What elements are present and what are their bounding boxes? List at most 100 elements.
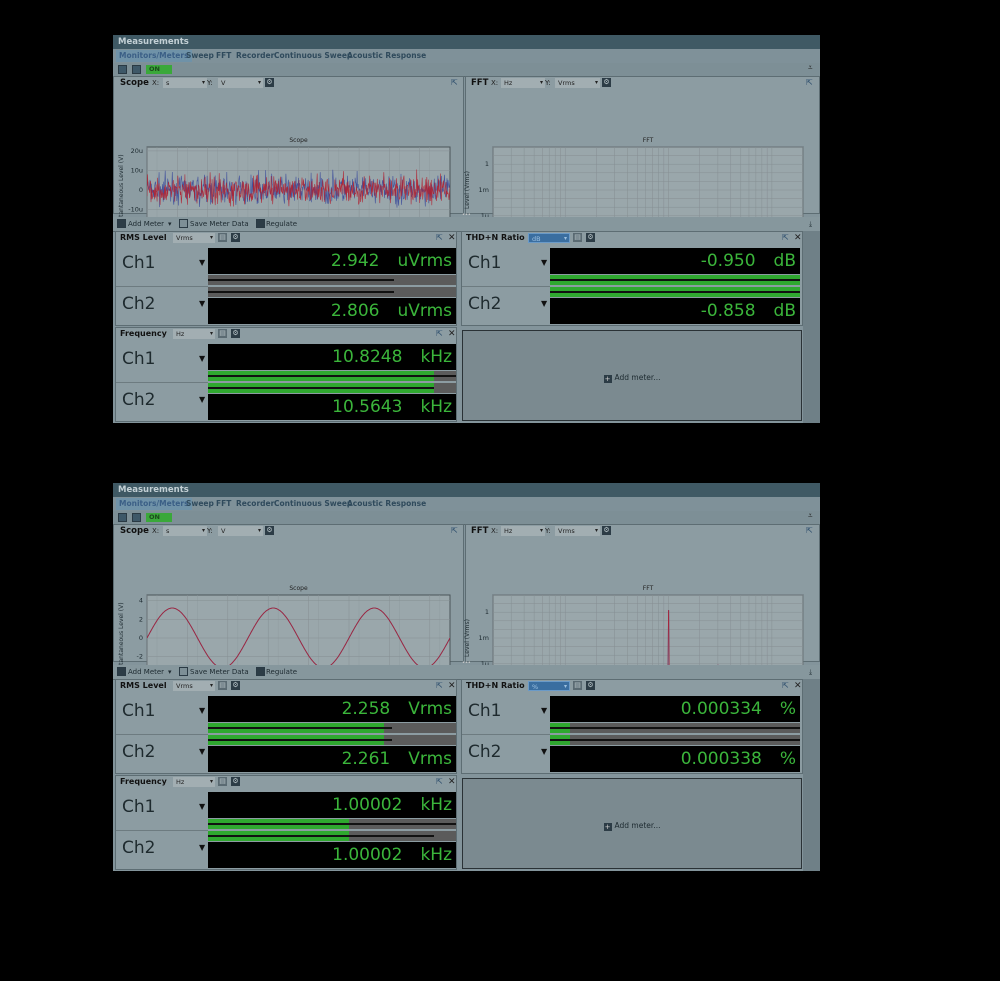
display-options-icon[interactable]: ▤ bbox=[218, 329, 227, 338]
gear-icon[interactable]: ⚙ bbox=[231, 233, 240, 242]
popout-icon[interactable]: ⇱ bbox=[436, 680, 443, 692]
channel-dropdown-icon[interactable]: ▼ bbox=[199, 747, 205, 756]
x-unit-select[interactable]: Hz ▾ bbox=[501, 78, 545, 88]
close-icon[interactable]: ✕ bbox=[448, 680, 456, 692]
save-layout-icon[interactable] bbox=[118, 513, 127, 522]
gear-icon[interactable]: ⚙ bbox=[602, 526, 611, 535]
close-icon[interactable]: ✕ bbox=[448, 776, 456, 788]
close-icon[interactable]: ✕ bbox=[794, 680, 802, 692]
close-icon[interactable]: ✕ bbox=[448, 232, 456, 244]
unit-select[interactable]: Vrms ▾ bbox=[173, 681, 215, 691]
gear-icon[interactable]: ⚙ bbox=[231, 681, 240, 690]
channel-dropdown-icon[interactable]: ▼ bbox=[541, 299, 547, 308]
unit-select[interactable]: Vrms ▾ bbox=[173, 233, 215, 243]
x-unit-select[interactable]: Hz ▾ bbox=[501, 526, 545, 536]
scale-icon[interactable] bbox=[132, 513, 141, 522]
add-meter-area[interactable]: + Add meter... bbox=[462, 778, 802, 869]
on-toggle[interactable]: ON bbox=[146, 513, 172, 522]
tab-continuous-sweep[interactable]: Continuous Sweep bbox=[271, 498, 355, 510]
popout-icon[interactable]: ⇱ bbox=[782, 680, 789, 692]
y-unit-select[interactable]: Vrms ▾ bbox=[555, 526, 600, 536]
channel-dropdown-icon[interactable]: ▼ bbox=[199, 843, 205, 852]
scrollbar[interactable] bbox=[803, 231, 820, 423]
scrollbar[interactable] bbox=[803, 679, 820, 871]
tab-sweep[interactable]: Sweep bbox=[183, 498, 217, 510]
chevron-down-icon[interactable]: ▾ bbox=[168, 665, 172, 679]
y-tick-label: 1 bbox=[485, 160, 489, 168]
gear-icon[interactable]: ⚙ bbox=[586, 233, 595, 242]
channel-dropdown-icon[interactable]: ▼ bbox=[199, 299, 205, 308]
chevron-down-icon[interactable]: ▾ bbox=[168, 217, 172, 231]
save-icon[interactable] bbox=[179, 219, 188, 228]
channel-unit: dB bbox=[773, 251, 796, 271]
scale-icon[interactable] bbox=[132, 65, 141, 74]
gear-icon[interactable]: ⚙ bbox=[265, 526, 274, 535]
unit-select[interactable]: Hz ▾ bbox=[173, 329, 215, 339]
add-meter-button[interactable]: Add Meter bbox=[128, 217, 164, 231]
pin-icon[interactable]: ⤓ bbox=[809, 665, 812, 679]
x-unit-select[interactable]: s ▾ bbox=[163, 526, 207, 536]
add-icon[interactable] bbox=[117, 219, 126, 228]
channel-dropdown-icon[interactable]: ▼ bbox=[199, 802, 205, 811]
gear-icon[interactable]: ⚙ bbox=[231, 329, 240, 338]
popout-icon[interactable]: ⇱ bbox=[436, 232, 443, 244]
collapse-icon[interactable]: ⩡ bbox=[808, 511, 813, 521]
regulate-button[interactable]: Regulate bbox=[266, 217, 297, 231]
popout-icon[interactable]: ⇱ bbox=[806, 525, 813, 537]
add-meter-area[interactable]: + Add meter... bbox=[462, 330, 802, 421]
y-unit-select[interactable]: V ▾ bbox=[218, 526, 263, 536]
channel-dropdown-icon[interactable]: ▼ bbox=[199, 706, 205, 715]
display-options-icon[interactable]: ▤ bbox=[573, 233, 582, 242]
channel-dropdown-icon[interactable]: ▼ bbox=[199, 354, 205, 363]
unit-select[interactable]: % ▾ bbox=[528, 681, 570, 691]
popout-icon[interactable]: ⇱ bbox=[451, 77, 458, 89]
display-options-icon[interactable]: ▤ bbox=[218, 233, 227, 242]
gear-icon[interactable]: ⚙ bbox=[265, 78, 274, 87]
tab-monitors-meters[interactable]: Monitors/Meters bbox=[116, 498, 192, 510]
save-meter-data-button[interactable]: Save Meter Data bbox=[190, 217, 249, 231]
add-meter-link[interactable]: + Add meter... bbox=[463, 373, 801, 383]
tab-fft[interactable]: FFT bbox=[213, 498, 234, 510]
popout-icon[interactable]: ⇱ bbox=[436, 328, 443, 340]
regulate-button[interactable]: Regulate bbox=[266, 665, 297, 679]
popout-icon[interactable]: ⇱ bbox=[436, 776, 443, 788]
add-meter-link[interactable]: + Add meter... bbox=[463, 821, 801, 831]
channel-dropdown-icon[interactable]: ▼ bbox=[541, 747, 547, 756]
tab-continuous-sweep[interactable]: Continuous Sweep bbox=[271, 50, 355, 62]
tab-fft[interactable]: FFT bbox=[213, 50, 234, 62]
close-icon[interactable]: ✕ bbox=[448, 328, 456, 340]
save-icon[interactable] bbox=[179, 667, 188, 676]
save-layout-icon[interactable] bbox=[118, 65, 127, 74]
display-options-icon[interactable]: ▤ bbox=[218, 777, 227, 786]
popout-icon[interactable]: ⇱ bbox=[806, 77, 813, 89]
gear-icon[interactable]: ⚙ bbox=[586, 681, 595, 690]
unit-select[interactable]: dB ▾ bbox=[528, 233, 570, 243]
tab-acoustic-response[interactable]: Acoustic Response bbox=[344, 50, 429, 62]
on-toggle[interactable]: ON bbox=[146, 65, 172, 74]
y-unit-select[interactable]: V ▾ bbox=[218, 78, 263, 88]
collapse-icon[interactable]: ⩡ bbox=[808, 63, 813, 73]
add-meter-button[interactable]: Add Meter bbox=[128, 665, 164, 679]
tab-acoustic-response[interactable]: Acoustic Response bbox=[344, 498, 429, 510]
gear-icon[interactable]: ⚙ bbox=[231, 777, 240, 786]
y-unit-select[interactable]: Vrms ▾ bbox=[555, 78, 600, 88]
play-icon[interactable] bbox=[256, 667, 265, 676]
popout-icon[interactable]: ⇱ bbox=[782, 232, 789, 244]
play-icon[interactable] bbox=[256, 219, 265, 228]
tab-monitors-meters[interactable]: Monitors/Meters bbox=[116, 50, 192, 62]
display-options-icon[interactable]: ▤ bbox=[573, 681, 582, 690]
channel-dropdown-icon[interactable]: ▼ bbox=[199, 258, 205, 267]
channel-dropdown-icon[interactable]: ▼ bbox=[541, 706, 547, 715]
close-icon[interactable]: ✕ bbox=[794, 232, 802, 244]
x-unit-select[interactable]: s ▾ bbox=[163, 78, 207, 88]
channel-dropdown-icon[interactable]: ▼ bbox=[541, 258, 547, 267]
popout-icon[interactable]: ⇱ bbox=[451, 525, 458, 537]
gear-icon[interactable]: ⚙ bbox=[602, 78, 611, 87]
tab-sweep[interactable]: Sweep bbox=[183, 50, 217, 62]
add-icon[interactable] bbox=[117, 667, 126, 676]
pin-icon[interactable]: ⤓ bbox=[809, 217, 812, 231]
unit-select[interactable]: Hz ▾ bbox=[173, 777, 215, 787]
display-options-icon[interactable]: ▤ bbox=[218, 681, 227, 690]
channel-dropdown-icon[interactable]: ▼ bbox=[199, 395, 205, 404]
save-meter-data-button[interactable]: Save Meter Data bbox=[190, 665, 249, 679]
